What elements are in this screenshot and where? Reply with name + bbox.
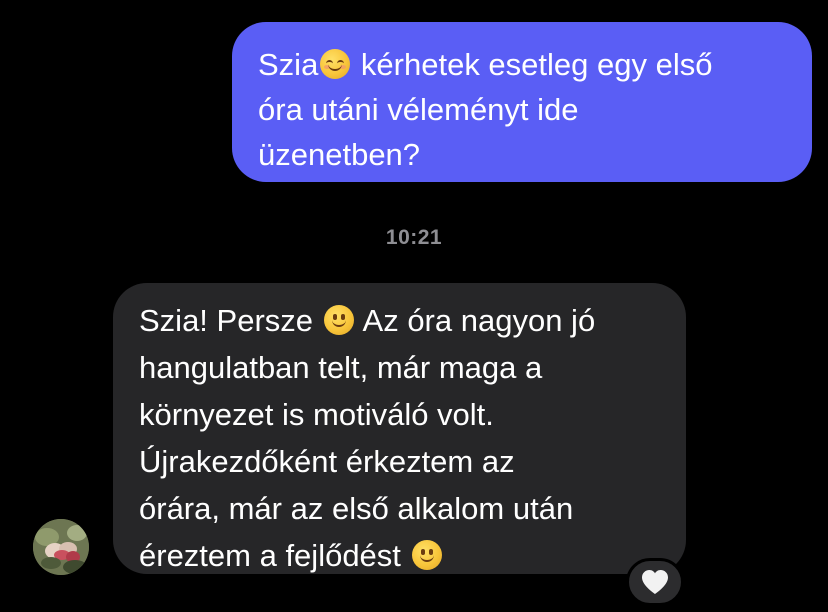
slightly-smiling-face-icon [323, 305, 354, 335]
message-line: üzenetben? [258, 137, 421, 172]
message-line: éreztem a fejlődést [139, 532, 662, 579]
message-line: hangulatban telt, már maga a [139, 350, 543, 385]
avatar[interactable] [33, 519, 89, 575]
heart-reaction[interactable] [626, 558, 684, 606]
slightly-smiling-face-icon [411, 540, 442, 570]
incoming-message-bubble[interactable]: Szia! Persze Az óra nagyon jó hangulatba… [113, 283, 686, 574]
outgoing-message-bubble[interactable]: Szia kérhetek esetleg egy első óra utáni… [232, 22, 812, 182]
white-heart-icon [642, 570, 668, 594]
message-line: Újrakezdőként érkeztem az [139, 444, 515, 479]
message-line: óra utáni véleményt ide [258, 92, 579, 127]
message-line: Szia kérhetek esetleg egy első [258, 47, 713, 82]
message-line: Szia! Persze Az óra nagyon jó [139, 303, 596, 338]
chat-thread: Szia kérhetek esetleg egy első óra utáni… [0, 0, 828, 612]
message-line: órára, már az első alkalom után [139, 491, 574, 526]
message-timestamp: 10:21 [385, 226, 443, 249]
message-line: környezet is motiváló volt. [139, 397, 494, 432]
smiling-face-with-smiling-eyes-icon [320, 49, 351, 79]
avatar-photo [33, 519, 89, 575]
